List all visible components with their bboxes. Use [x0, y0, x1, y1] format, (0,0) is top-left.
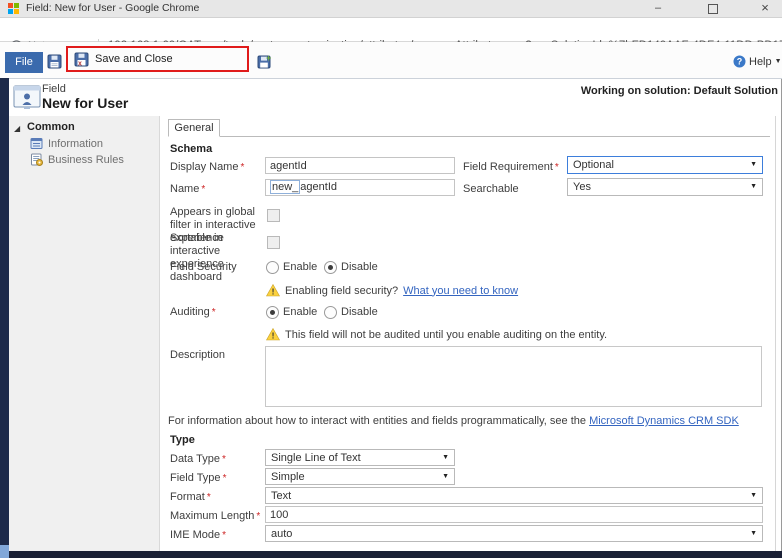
- display-name-input[interactable]: [265, 157, 455, 174]
- sortable-checkbox[interactable]: [267, 236, 280, 249]
- data-type-label: Data Type*: [170, 453, 226, 466]
- maximum-length-input[interactable]: [265, 506, 763, 523]
- help-label: Help: [749, 56, 772, 68]
- save-and-close-annotation: x Save and Close: [66, 46, 249, 72]
- dropdown-arrow-icon: ▼: [750, 183, 757, 190]
- content-right-border: [775, 116, 776, 551]
- save-and-close-icon: x: [74, 52, 89, 67]
- file-button[interactable]: File: [5, 52, 43, 73]
- sortable-label: Sortable in interactive experience dashb…: [170, 232, 268, 284]
- field-security-warning: ! Enabling field security? What you need…: [266, 284, 518, 297]
- description-label: Description: [170, 349, 225, 362]
- title-bar: Field: New for User - Google Chrome – ×: [0, 0, 782, 18]
- ime-mode-select[interactable]: auto▼: [265, 525, 763, 542]
- save-and-close-button[interactable]: Save and Close: [95, 53, 173, 65]
- warning-icon: !: [266, 284, 280, 297]
- auditing-disable-label: Disable: [341, 306, 378, 318]
- svg-text:?: ?: [737, 57, 743, 67]
- name-input[interactable]: new_agentId: [265, 179, 455, 196]
- tab-general[interactable]: General: [168, 119, 220, 137]
- close-button[interactable]: ×: [752, 0, 778, 17]
- auditing-disable-radio[interactable]: [324, 306, 337, 319]
- auditing-warning: ! This field will not be audited until y…: [266, 328, 607, 341]
- left-nav-strip-bottom: [0, 545, 9, 558]
- ime-mode-label: IME Mode*: [170, 529, 226, 542]
- format-label: Format*: [170, 491, 211, 504]
- field-security-disable-label: Disable: [341, 261, 378, 273]
- field-security-enable-radio[interactable]: [266, 261, 279, 274]
- svg-text:+: +: [266, 54, 271, 63]
- auditing-enable-label: Enable: [283, 306, 317, 318]
- description-textarea[interactable]: [265, 346, 762, 407]
- help-menu[interactable]: ? Help ▼: [733, 55, 782, 68]
- page-title: New for User: [42, 95, 128, 111]
- help-icon: ?: [733, 55, 746, 68]
- dropdown-arrow-icon: ▼: [750, 492, 757, 499]
- dropdown-arrow-icon: ▼: [442, 473, 449, 480]
- field-requirement-label: Field Requirement*: [463, 161, 559, 174]
- sdk-note: For information about how to interact wi…: [168, 415, 739, 427]
- sidebar: [9, 116, 160, 551]
- field-type-select[interactable]: Simple▼: [265, 468, 455, 485]
- crm-sdk-link[interactable]: Microsoft Dynamics CRM SDK: [589, 415, 739, 427]
- field-type-label: Field Type*: [170, 472, 226, 485]
- sidebar-item-label: Business Rules: [48, 154, 124, 166]
- url-bar: Not secure 192.168.1.60/QATeam/tools/sys…: [0, 18, 782, 42]
- sidebar-item-business-rules[interactable]: Business Rules: [30, 153, 124, 166]
- crm-field-window: { "window": { "title": "Field: New for U…: [0, 0, 782, 558]
- sdk-note-text: For information about how to interact wi…: [168, 415, 586, 427]
- warning-text: This field will not be audited until you…: [285, 329, 607, 341]
- sidebar-item-label: Information: [48, 138, 103, 150]
- svg-text:!: !: [272, 287, 275, 297]
- dropdown-arrow-icon: ▼: [750, 530, 757, 537]
- field-security-disable-radio[interactable]: [324, 261, 337, 274]
- sidebar-group-common[interactable]: Common: [27, 121, 75, 133]
- chevron-down-icon: ▼: [775, 58, 782, 65]
- searchable-select[interactable]: Yes▼: [567, 178, 763, 196]
- field-security-enable-label: Enable: [283, 261, 317, 273]
- working-solution-label: Working on solution: Default Solution: [440, 85, 778, 97]
- searchable-label: Searchable: [463, 183, 519, 196]
- schema-section-title: Schema: [170, 143, 212, 155]
- name-label: Name*: [170, 183, 205, 196]
- dropdown-arrow-icon: ▼: [442, 454, 449, 461]
- maximum-length-label: Maximum Length*: [170, 510, 260, 523]
- maximize-icon: [708, 4, 718, 14]
- global-filter-checkbox[interactable]: [267, 209, 280, 222]
- save-and-new-icon[interactable]: +: [257, 54, 272, 69]
- save-icon[interactable]: [47, 54, 62, 69]
- window-title: Field: New for User - Google Chrome: [26, 2, 199, 14]
- field-entity-icon: [13, 85, 43, 112]
- auditing-enable-radio[interactable]: [266, 306, 279, 319]
- field-requirement-select[interactable]: Optional▼: [567, 156, 763, 174]
- svg-text:x: x: [78, 60, 82, 67]
- svg-text:!: !: [272, 331, 275, 341]
- business-rules-icon: [30, 153, 43, 166]
- left-nav-strip: [0, 78, 9, 545]
- auditing-label: Auditing*: [170, 306, 216, 319]
- minimize-button[interactable]: –: [645, 0, 671, 17]
- display-name-label: Display Name*: [170, 161, 244, 174]
- collapse-triangle-icon[interactable]: ◢: [14, 124, 20, 133]
- what-you-need-to-know-link[interactable]: What you need to know: [403, 285, 518, 297]
- app-icon: [8, 3, 19, 14]
- warning-icon: !: [266, 328, 280, 341]
- type-section-title: Type: [170, 434, 195, 446]
- name-prefix: new_: [270, 180, 300, 194]
- format-select[interactable]: Text▼: [265, 487, 763, 504]
- warning-text: Enabling field security?: [285, 285, 398, 297]
- dropdown-arrow-icon: ▼: [750, 161, 757, 168]
- data-type-select[interactable]: Single Line of Text▼: [265, 449, 455, 466]
- information-icon: [30, 137, 43, 150]
- entity-type-label: Field: [42, 83, 66, 95]
- tab-underline: [168, 136, 770, 137]
- field-security-label: Field Security: [170, 261, 237, 274]
- sidebar-item-information[interactable]: Information: [30, 137, 103, 150]
- bottom-bar: [9, 551, 782, 558]
